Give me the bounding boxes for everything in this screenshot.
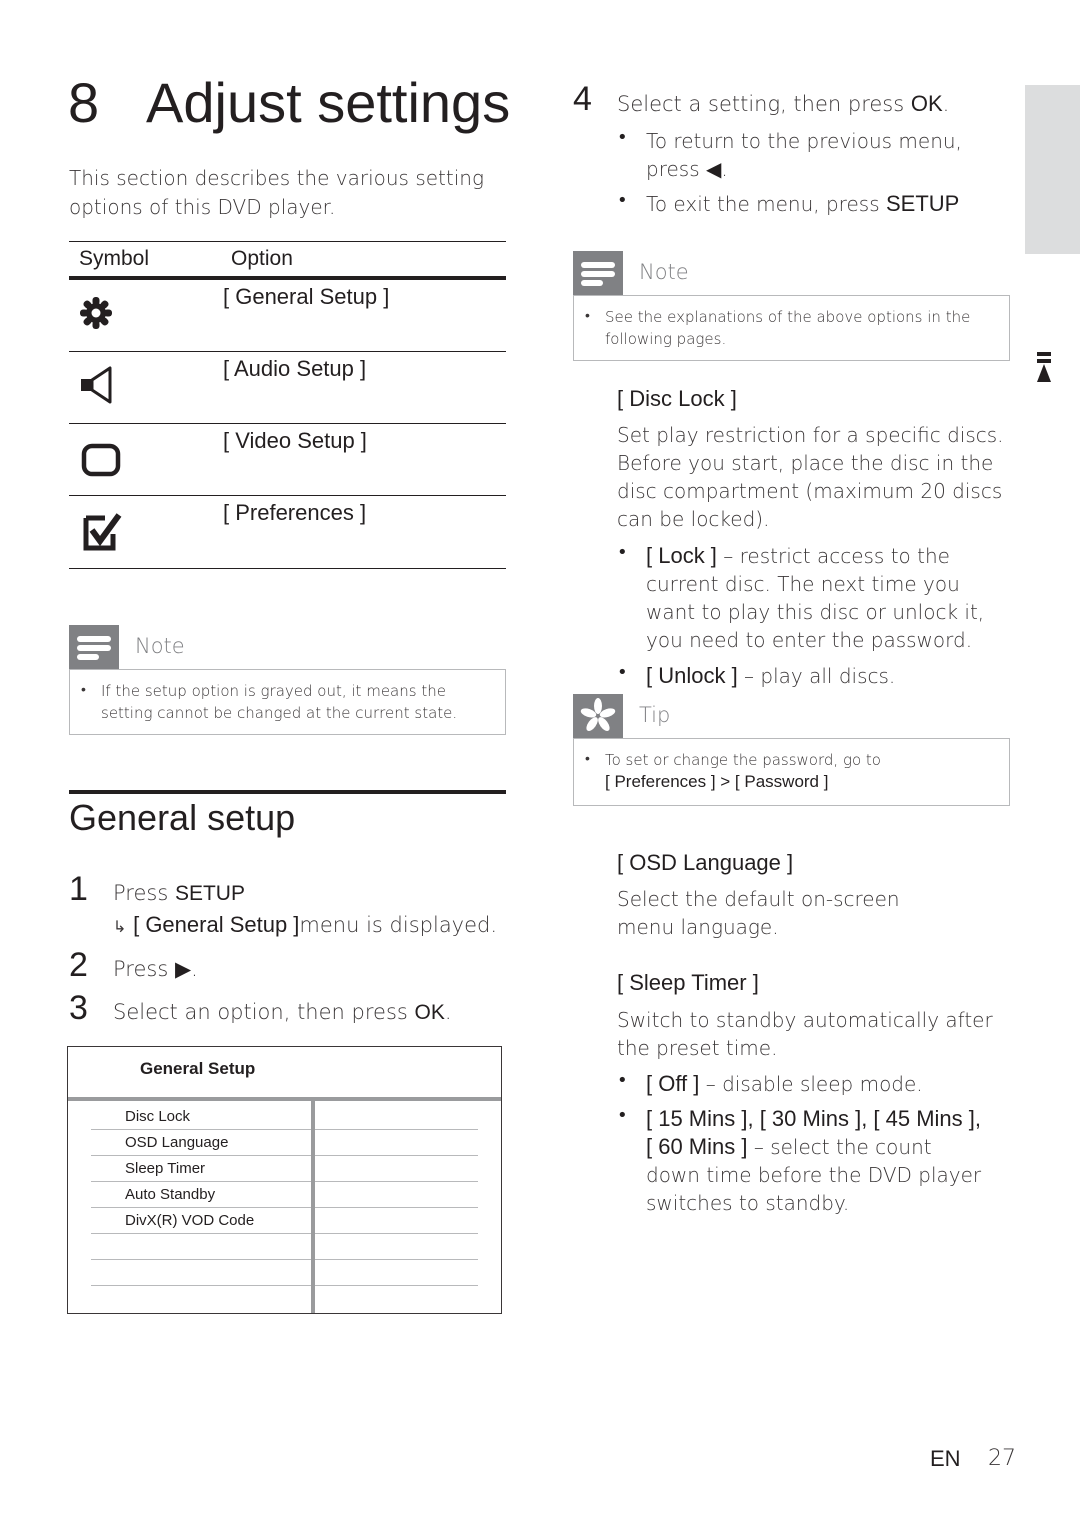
option-general-setup: [ General Setup ] — [223, 284, 390, 309]
note-icon — [573, 251, 623, 295]
section-rule — [69, 790, 506, 794]
tip-box: Tip • To set or change the password, go … — [573, 694, 1010, 806]
disc-lock-description: Set play restriction for a specific disc… — [617, 423, 1004, 531]
option-video-setup: [ Video Setup ] — [223, 428, 367, 453]
gear-icon — [80, 297, 112, 329]
checkbox-icon — [83, 513, 122, 551]
intro-text: This section describes the various setti… — [69, 166, 484, 219]
note-title: Note — [639, 260, 689, 284]
tip-title: Tip — [639, 703, 671, 727]
step-text: Select a setting, then press OK. — [617, 91, 950, 116]
table-row: [ Audio Setup ] — [69, 352, 506, 424]
step-number: 4 — [573, 80, 592, 118]
menu-title: General Setup — [140, 1059, 256, 1078]
tip-text: To set or change the password, go to — [605, 751, 881, 769]
table-row: [ General Setup ] — [69, 280, 506, 352]
header-option: Option — [231, 247, 293, 270]
step-text: Press SETUP — [113, 881, 245, 905]
step-result: ↳ [ General Setup ]menu is displayed. — [113, 912, 498, 937]
tip-path: [ Preferences ] > [ Password ] — [605, 772, 829, 791]
chapter-number: 8 — [68, 71, 100, 134]
symbol-table-header: Symbol Option — [69, 241, 506, 280]
menu-item[interactable]: Disc Lock — [91, 1103, 478, 1130]
step-text: Press ▶. — [113, 957, 198, 981]
sleep-timer-description: Switch to standby automatically after th… — [617, 1008, 993, 1060]
note-box: Note • See the explanations of the above… — [573, 251, 1010, 361]
option-preferences: [ Preferences ] — [223, 500, 367, 525]
menu-item[interactable]: Auto Standby — [91, 1181, 478, 1208]
footer-language: EN — [930, 1446, 961, 1471]
menu-item — [91, 1259, 478, 1286]
speaker-icon — [81, 366, 112, 404]
step-text: Select an option, then press OK. — [113, 1000, 452, 1024]
note-title: Note — [135, 634, 185, 658]
result-arrow-icon: ↳ — [113, 917, 127, 936]
table-row: [ Video Setup ] — [69, 424, 506, 496]
note-icon — [69, 625, 119, 669]
section-title: General setup — [69, 797, 296, 838]
header-symbol: Symbol — [79, 247, 150, 270]
menu-item — [91, 1233, 478, 1260]
note-box: Note • If the setup option is grayed out… — [69, 625, 506, 735]
table-row: [ Preferences ] — [69, 496, 506, 569]
symbol-table: Symbol Option [General Setup] [Audio … — [69, 241, 506, 569]
option-audio-setup: [ Audio Setup ] — [223, 356, 367, 381]
note-text: See the explanations of the above option… — [605, 308, 971, 348]
menu-item[interactable]: DivX(R) VOD Code — [91, 1207, 478, 1234]
disc-lock-heading: [ Disc Lock ] — [617, 386, 737, 411]
osd-language-heading: [ OSD Language ] — [617, 850, 794, 875]
step-number: 3 — [69, 989, 88, 1027]
tip-icon — [573, 694, 623, 738]
menu-item[interactable]: OSD Language — [91, 1129, 478, 1156]
chapter-title: Adjust settings — [146, 71, 511, 134]
screen-icon — [81, 443, 121, 477]
note-text: If the setup option is grayed out, it me… — [101, 682, 458, 722]
osd-language-description: Select the default on-screen menu langua… — [617, 887, 900, 939]
general-setup-menu: General Setup Disc Lock OSD Language Sle… — [67, 1046, 502, 1314]
side-tab — [1025, 85, 1080, 254]
page-number: 27 — [988, 1446, 1016, 1471]
step-number: 1 — [69, 870, 88, 908]
sleep-timer-heading: [ Sleep Timer ] — [617, 970, 759, 995]
step-number: 2 — [69, 946, 88, 984]
menu-item[interactable]: Sleep Timer — [91, 1155, 478, 1182]
chapter-marker-icon — [1037, 352, 1051, 382]
